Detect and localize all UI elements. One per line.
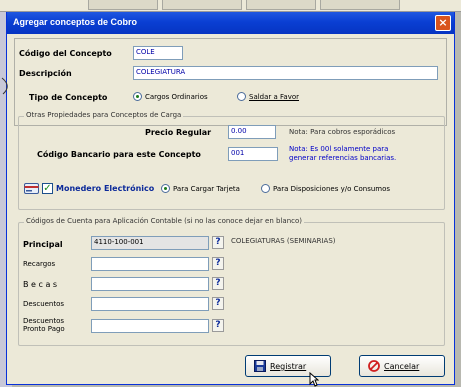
window-title: Agregar conceptos de Cobro xyxy=(13,17,138,27)
tipo-concepto-label: Tipo de Concepto xyxy=(29,93,108,102)
registrar-label: Registrar xyxy=(270,362,307,371)
background-window-toolbar xyxy=(0,0,461,12)
principal-input[interactable]: 4110-100-001 xyxy=(91,236,209,250)
cursor-arc-decoration xyxy=(1,77,8,95)
monedero-label[interactable]: Monedero Electrónico xyxy=(56,184,154,193)
card-icon xyxy=(24,183,39,194)
background-tab xyxy=(246,0,316,10)
cargar-tarjeta-label[interactable]: Para Cargar Tarjeta xyxy=(173,185,240,193)
pronto-pago-label: Descuentos Pronto Pago xyxy=(23,317,65,333)
saldar-favor-label[interactable]: Saldar a Favor xyxy=(249,93,299,101)
precio-regular-label: Precio Regular xyxy=(145,128,212,137)
precio-regular-input[interactable]: 0.00 xyxy=(228,125,276,139)
codigos-cuenta-group: Códigos de Cuenta para Aplicación Contab… xyxy=(18,217,445,346)
background-tab xyxy=(88,0,158,10)
descuentos-input[interactable] xyxy=(91,297,209,311)
monedero-checkbox[interactable]: ✓ xyxy=(42,183,53,194)
mouse-pointer-icon xyxy=(309,372,319,387)
principal-description: COLEGIATURAS (SEMINARIAS) xyxy=(231,237,336,245)
codigos-cuenta-legend: Códigos de Cuenta para Aplicación Contab… xyxy=(24,217,305,225)
saldar-favor-radio[interactable] xyxy=(237,92,246,101)
becas-label: B e c a s xyxy=(23,280,58,289)
pronto-pago-input[interactable] xyxy=(91,319,209,333)
descripcion-input[interactable]: COLEGIATURA xyxy=(133,66,438,80)
principal-label: Principal xyxy=(23,240,63,249)
codigo-label: Código del Concepto xyxy=(19,49,112,58)
disposiciones-radio[interactable] xyxy=(261,184,270,193)
background-tab xyxy=(162,0,242,10)
codigo-bancario-label: Código Bancario para este Concepto xyxy=(37,150,201,159)
save-icon xyxy=(254,360,266,372)
principal-lookup-button[interactable]: ? xyxy=(212,236,224,249)
otras-propiedades-group: Otras Propiedades para Conceptos de Carg… xyxy=(18,111,445,210)
cargos-ordinarios-label[interactable]: Cargos Ordinarios xyxy=(145,93,208,101)
codigo-bancario-note-2: generar referencias bancarias. xyxy=(289,154,397,162)
descripcion-label: Descripción xyxy=(19,69,72,78)
cancel-icon xyxy=(368,360,380,372)
becas-input[interactable] xyxy=(91,277,209,291)
agregar-conceptos-dialog: Agregar conceptos de Cobro × Código del … xyxy=(6,12,455,385)
becas-lookup-button[interactable]: ? xyxy=(212,277,224,290)
cancelar-label: Cancelar xyxy=(384,362,420,371)
recargos-input[interactable] xyxy=(91,257,209,271)
disposiciones-label[interactable]: Para Disposiciones y/o Consumos xyxy=(273,185,390,193)
codigo-bancario-note-1: Nota: Es 00l solamente para xyxy=(289,145,389,153)
cargos-ordinarios-radio[interactable] xyxy=(133,92,142,101)
descuentos-lookup-button[interactable]: ? xyxy=(212,297,224,310)
cargar-tarjeta-radio[interactable] xyxy=(161,184,170,193)
cancelar-button[interactable]: Cancelar xyxy=(359,355,445,377)
close-button[interactable]: × xyxy=(435,15,451,31)
pronto-pago-lookup-button[interactable]: ? xyxy=(212,319,224,332)
recargos-label: Recargos xyxy=(23,260,56,268)
background-tab xyxy=(320,0,400,10)
otras-propiedades-legend: Otras Propiedades para Conceptos de Carg… xyxy=(24,111,184,119)
codigo-input[interactable]: COLE xyxy=(133,46,183,60)
descuentos-label: Descuentos xyxy=(23,300,65,308)
title-bar[interactable]: Agregar conceptos de Cobro × xyxy=(7,12,454,34)
codigo-bancario-input[interactable]: 001 xyxy=(228,147,278,161)
precio-note: Nota: Para cobros esporádicos xyxy=(289,128,396,136)
recargos-lookup-button[interactable]: ? xyxy=(212,257,224,270)
